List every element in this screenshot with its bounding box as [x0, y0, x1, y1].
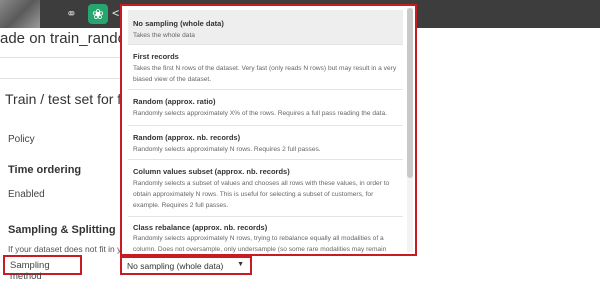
caret-down-icon: ▼	[237, 261, 244, 268]
time-ordering-heading: Time ordering	[8, 164, 82, 176]
avatar	[0, 0, 40, 28]
policy-label: Policy	[8, 134, 35, 145]
dropdown-scrollbar[interactable]	[407, 8, 413, 252]
option-description: Randomly selects approximately N rows, t…	[133, 235, 387, 253]
option-title: Random (approx. ratio)	[133, 97, 216, 106]
dataiku-bird-icon[interactable]: ❀	[88, 4, 108, 24]
option-description: Takes the whole data	[133, 32, 195, 39]
page-title: ade on train_random	[0, 30, 139, 47]
dropdown-option-class-rebalance[interactable]: Class rebalance (approx. nb. records) Ra…	[128, 216, 403, 254]
option-title: First records	[133, 52, 179, 61]
sampling-method-label: Sampling method	[3, 255, 82, 282]
option-description: Randomly selects a subset of values and …	[133, 180, 390, 209]
option-description: Takes the first N rows of the dataset. V…	[133, 65, 397, 83]
dropdown-option-random-records[interactable]: Random (approx. nb. records) Randomly se…	[128, 125, 403, 160]
option-title: Column values subset (approx. nb. record…	[133, 167, 290, 176]
sampling-method-select[interactable]: No sampling (whole data) ▼	[120, 256, 252, 275]
dropdown-option-no-sampling[interactable]: No sampling (whole data) Takes the whole…	[128, 10, 403, 45]
dropdown-option-first-records[interactable]: First records Takes the first N rows of …	[128, 44, 403, 90]
option-title: No sampling (whole data)	[133, 19, 224, 28]
dropdown-option-column-values-subset[interactable]: Column values subset (approx. nb. record…	[128, 159, 403, 217]
share-icon[interactable]: ⚭	[66, 6, 77, 22]
sampling-method-dropdown[interactable]: No sampling (whole data) Takes the whole…	[120, 4, 417, 256]
option-description: Randomly selects approximately N rows. R…	[133, 146, 321, 153]
divider	[0, 78, 125, 79]
sampling-heading: Sampling & Splitting	[8, 224, 116, 236]
option-description: Randomly selects approximately X% of the…	[133, 110, 387, 117]
sampling-method-value: No sampling (whole data)	[127, 261, 224, 271]
option-title: Random (approx. nb. records)	[133, 133, 241, 142]
enabled-label: Enabled	[8, 189, 45, 200]
dropdown-option-random-ratio[interactable]: Random (approx. ratio) Randomly selects …	[128, 89, 403, 126]
divider	[0, 57, 125, 58]
option-title: Class rebalance (approx. nb. records)	[133, 223, 268, 232]
scrollbar-thumb[interactable]	[407, 8, 413, 178]
